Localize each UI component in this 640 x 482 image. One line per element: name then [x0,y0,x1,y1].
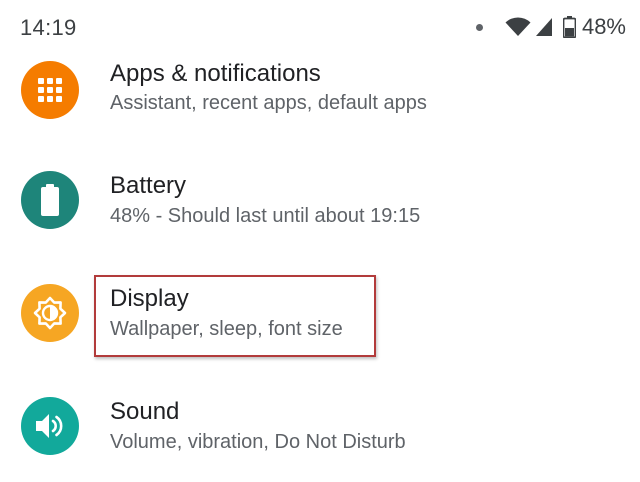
cell-signal-icon [535,18,552,36]
settings-item-subtitle: 48% - Should last until about 19:15 [110,205,421,227]
settings-item-title: Apps & notifications [110,60,321,87]
status-time: 14:19 [20,15,77,40]
settings-item-apps[interactable]: Apps & notifications Assistant, recent a… [0,40,640,153]
apps-grid-icon [38,78,62,102]
settings-item-subtitle: Volume, vibration, Do Not Disturb [110,431,406,453]
settings-item-sound[interactable]: Sound Volume, vibration, Do Not Disturb [0,369,640,482]
settings-list: Apps & notifications Assistant, recent a… [0,0,640,477]
sound-icon-circle [21,397,79,455]
battery-icon [562,16,576,38]
display-icon-circle [21,284,79,342]
battery-percent: 48% [581,14,626,39]
status-icons: 48% [468,14,626,40]
settings-item-battery[interactable]: Battery 48% - Should last until about 19… [0,143,640,256]
apps-icon-circle [21,61,79,119]
status-bar: 14:19 48% [0,0,640,56]
volume-icon [36,414,63,438]
wifi-icon [505,17,531,36]
brightness-icon [33,296,67,330]
settings-item-title: Battery [110,172,187,199]
notification-dot-icon [475,23,483,31]
display-highlight-box [94,275,376,357]
settings-item-title: Sound [110,398,180,425]
battery-icon-circle [21,171,79,229]
battery-icon [41,184,59,216]
settings-item-subtitle: Assistant, recent apps, default apps [110,92,427,114]
